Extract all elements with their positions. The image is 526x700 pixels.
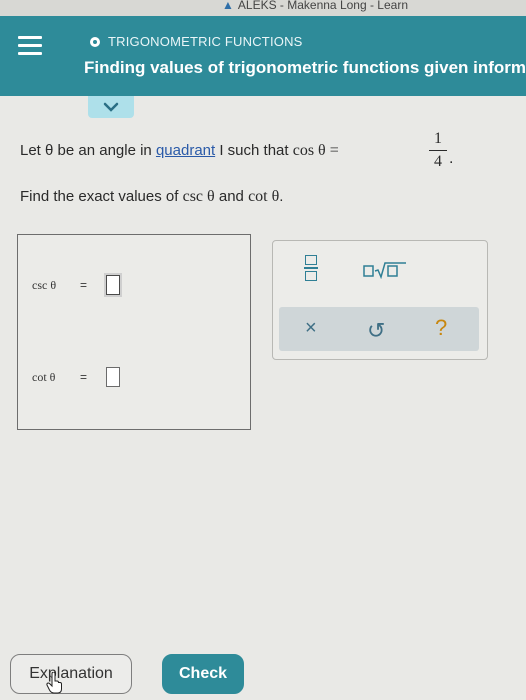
cot-answer-input[interactable] xyxy=(106,367,120,387)
problem-statement: Let θ be an angle in quadrant I such tha… xyxy=(20,142,339,160)
check-button[interactable]: Check xyxy=(162,654,244,694)
expand-header-button[interactable] xyxy=(88,96,134,118)
hand-cursor-icon xyxy=(46,672,62,694)
fraction-bottom-box-icon xyxy=(305,270,317,281)
fraction-denominator: 4 xyxy=(434,153,442,170)
square-root-icon xyxy=(363,262,406,280)
window-title: ▲ ALEKS - Makenna Long - Learn xyxy=(222,0,408,12)
find-instruction: Find the exact values of csc θ and cot θ… xyxy=(20,188,283,206)
fraction-bar xyxy=(429,150,447,151)
csc-label: csc θ xyxy=(32,277,57,292)
cot-equals: = xyxy=(80,370,88,384)
problem-text-1: Let θ be an angle in xyxy=(20,142,156,159)
chevron-down-icon xyxy=(103,102,119,112)
header-bar: TRIGONOMETRIC FUNCTIONS Finding values o… xyxy=(0,16,526,96)
topic-row: TRIGONOMETRIC FUNCTIONS xyxy=(90,34,303,49)
tool-action-bar: × ↺ ? xyxy=(279,307,479,351)
aleks-logo-icon: ▲ xyxy=(222,0,234,12)
page-title: Finding values of trigonometric function… xyxy=(84,58,526,77)
answer-row-csc: csc θ = xyxy=(32,275,120,295)
find-and: and xyxy=(214,188,249,205)
problem-expression: cos θ = xyxy=(292,142,339,159)
math-tools-panel: × ↺ ? xyxy=(272,240,488,360)
help-button[interactable]: ? xyxy=(435,315,447,341)
fraction-top-box-icon xyxy=(305,255,317,265)
window-title-text: ALEKS - Makenna Long - Learn xyxy=(237,0,408,12)
sqrt-template-button[interactable] xyxy=(363,261,407,284)
find-csc: csc θ xyxy=(182,188,215,205)
given-fraction: 1 4 xyxy=(429,130,447,171)
quadrant-link[interactable]: quadrant xyxy=(156,142,215,159)
topic-label: TRIGONOMETRIC FUNCTIONS xyxy=(108,34,303,49)
topic-status-icon xyxy=(90,36,100,47)
csc-equals: = xyxy=(80,278,88,292)
menu-icon[interactable] xyxy=(18,36,42,56)
find-cot: cot θ xyxy=(248,188,280,205)
answer-panel: csc θ = cot θ = xyxy=(17,234,251,430)
explanation-button[interactable]: Explanation xyxy=(10,654,132,694)
csc-answer-input[interactable] xyxy=(106,275,120,295)
find-end: . xyxy=(279,188,284,205)
answer-row-cot: cot θ = xyxy=(32,367,120,387)
cot-label: cot θ xyxy=(32,369,56,384)
clear-button[interactable]: × xyxy=(305,317,317,340)
fraction-numerator: 1 xyxy=(434,130,442,147)
find-text: Find the exact values of xyxy=(20,188,183,205)
fraction-template-button[interactable] xyxy=(304,255,318,281)
problem-text-2: I such that xyxy=(215,142,293,159)
browser-top-strip: ▲ ALEKS - Makenna Long - Learn xyxy=(0,0,526,16)
undo-button[interactable]: ↺ xyxy=(367,318,385,344)
problem-period: . xyxy=(449,150,454,167)
fraction-line-icon xyxy=(304,267,318,269)
